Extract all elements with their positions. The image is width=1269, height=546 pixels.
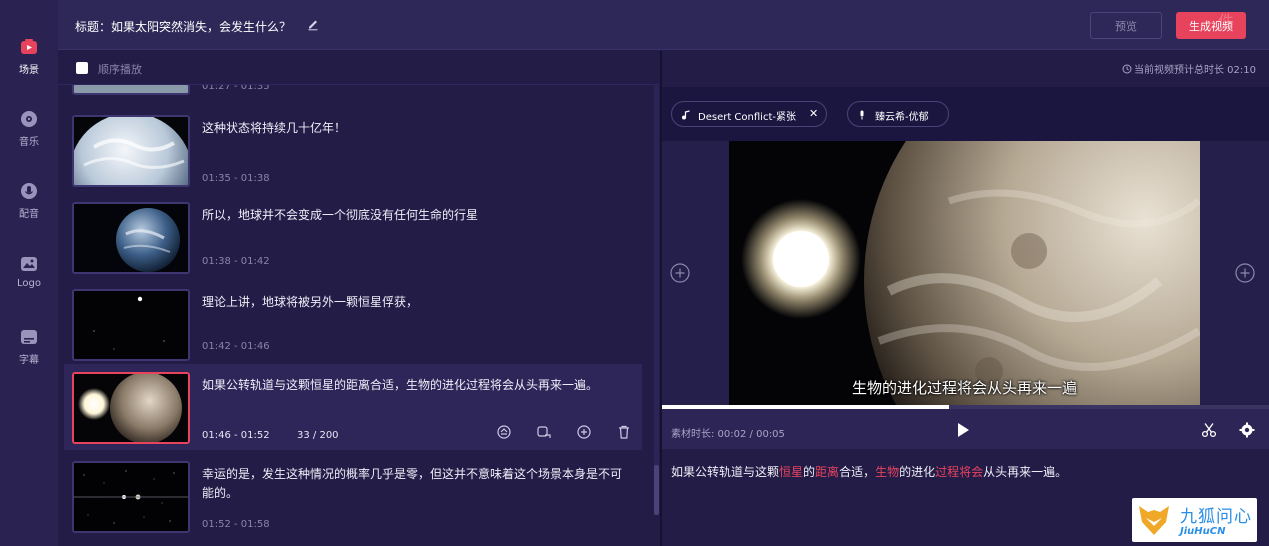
microphone-icon [860, 110, 864, 120]
nav-label-voiceover: 配音 [19, 209, 39, 220]
preview-button[interactable]: 预览 [1090, 12, 1162, 39]
scissors-icon[interactable] [1201, 422, 1217, 438]
add-scene-icon[interactable] [576, 424, 592, 440]
script-text: 的进化 [899, 465, 936, 479]
voice-tag-label: 臻云希-优郁 [875, 112, 929, 123]
logo-image-icon [21, 257, 37, 271]
scene-text: 理论上讲，地球将被另外一颗恒星俘获， [202, 295, 419, 309]
scene-text: 所以，地球并不会变成一个彻底没有任何生命的行星 [202, 208, 479, 222]
script-keyword: 恒星 [779, 465, 804, 479]
scene-text: 幸运的是，发生这种情况的概率几乎是零，但这并不意味着这个场景本身是不可能的。 [202, 467, 623, 500]
nav-item-scene[interactable]: 场景 [0, 37, 58, 76]
swap-image-icon[interactable] [536, 424, 552, 440]
top-bar: 标题：如果太阳突然消失，会发生什么？ 预览 生成视频 件 [58, 0, 1269, 50]
material-duration: 素材时长: 00:02 / 00:05 [671, 429, 785, 440]
video-stage: 生物的进化过程将会从头再来一遍 [662, 141, 1269, 405]
playback-controls: 素材时长: 00:02 / 00:05 [662, 409, 1269, 449]
nav-item-subtitle[interactable]: 字幕 [0, 327, 58, 366]
video-title: 标题：如果太阳突然消失，会发生什么？ [75, 20, 292, 34]
fox-logo-icon [1139, 506, 1169, 535]
scene-item[interactable]: 理论上讲，地球将被另外一颗恒星俘获， 01:42 - 01:46 [64, 281, 642, 367]
add-before-icon[interactable] [670, 263, 690, 283]
delete-icon[interactable] [616, 424, 632, 440]
scene-item-active[interactable]: 如果公转轨道与这颗恒星的距离合适，生物的进化过程将会从头再来一遍。 01:46 … [64, 364, 642, 450]
total-duration-text: 当前视频预计总时长 02:10 [1134, 65, 1256, 76]
scene-text: 这种状态将持续几十亿年！ [202, 121, 347, 135]
subtitle-icon [21, 330, 37, 344]
scene-item[interactable]: 这种状态将持续几十亿年！ 01:35 - 01:38 [64, 107, 642, 193]
script-text: 从头再来一遍。 [983, 465, 1068, 479]
video-subtitle: 生物的进化过程将会从头再来一遍 [851, 379, 1077, 397]
script-keyword: 生物 [875, 465, 900, 479]
sequential-play-checkbox[interactable] [76, 62, 88, 74]
edit-icon[interactable] [306, 17, 320, 31]
nav-item-logo[interactable]: Logo [0, 254, 58, 289]
video-preview[interactable]: 生物的进化过程将会从头再来一遍 [729, 141, 1200, 405]
scene-icon [21, 39, 37, 54]
scene-thumbnail [72, 372, 190, 444]
scene-item[interactable]: 幸运的是，发生这种情况的概率几乎是零，但这并不意味着这个场景本身是不可能的。 0… [64, 453, 642, 539]
nav-label-logo: Logo [17, 278, 41, 289]
scene-time: 01:52 - 01:58 [202, 519, 270, 530]
watermark-cn: 九狐问心 [1180, 507, 1252, 527]
scene-thumbnail [72, 289, 190, 361]
nav-label-subtitle: 字幕 [19, 355, 39, 366]
script-keyword: 过程将会 [935, 465, 984, 479]
scene-script[interactable]: 如果公转轨道与这颗恒星的距离合适，生物的进化过程将会从头再来一遍。 [671, 463, 1067, 480]
script-text: 如果公转轨道与这颗 [671, 465, 780, 479]
music-note-icon [682, 110, 690, 120]
video-frame [729, 141, 1200, 405]
script-text: 合适， [839, 465, 876, 479]
scene-list-scrollbar[interactable] [654, 85, 659, 515]
play-icon[interactable] [954, 421, 972, 439]
char-count: 33 / 200 [297, 430, 339, 441]
remove-music-icon[interactable]: ✕ [809, 107, 818, 120]
voiceover-icon [21, 183, 37, 199]
total-duration: 当前视频预计总时长 02:10 [1122, 61, 1256, 76]
scene-text: 如果公转轨道与这颗恒星的距离合适，生物的进化过程将会从头再来一遍。 [202, 378, 599, 392]
preview-pane: 当前视频预计总时长 02:10 Desert Conflict-紧张 ✕ 臻云希… [662, 51, 1269, 546]
nav-label-scene: 场景 [19, 65, 39, 76]
nav-item-voiceover[interactable]: 配音 [0, 181, 58, 220]
replace-material-icon[interactable] [496, 424, 512, 440]
scene-time: 01:35 - 01:38 [202, 173, 270, 184]
script-keyword: 距离 [815, 465, 840, 479]
audio-tag-bar: Desert Conflict-紧张 ✕ 臻云希-优郁 [662, 87, 1269, 141]
voice-tag[interactable]: 臻云希-优郁 [847, 101, 949, 127]
gear-icon[interactable] [1239, 422, 1255, 438]
nav-label-music: 音乐 [19, 137, 39, 148]
scene-thumbnail [72, 461, 190, 533]
music-icon [21, 111, 37, 127]
watermark-logo: 九狐问心 JiuHuCN [1132, 498, 1257, 542]
scene-list-panel: 顺序播放 01:27 - 01:35 这种状态将持续几十亿年！ 01:35 - … [58, 51, 660, 546]
sequential-play-label: 顺序播放 [98, 63, 142, 76]
nav-item-music[interactable]: 音乐 [0, 109, 58, 148]
watermark-text: 件 [1218, 12, 1237, 31]
add-after-icon[interactable] [1235, 263, 1255, 283]
scene-time: 01:46 - 01:52 [202, 430, 270, 441]
scene-time: 01:38 - 01:42 [202, 256, 270, 267]
scene-item[interactable]: 所以，地球并不会变成一个彻底没有任何生命的行星 01:38 - 01:42 [64, 194, 642, 280]
scene-time: 01:42 - 01:46 [202, 341, 270, 352]
scene-thumbnail [72, 202, 190, 274]
clock-icon [1122, 64, 1132, 74]
music-tag[interactable]: Desert Conflict-紧张 ✕ [671, 101, 827, 127]
script-text: 的 [803, 465, 816, 479]
scene-thumbnail [72, 115, 190, 187]
sequential-play-bar: 顺序播放 [58, 51, 660, 85]
side-nav: 场景 音乐 配音 Logo 字幕 [0, 0, 58, 546]
watermark-en: JiuHuCN [1180, 526, 1226, 537]
music-tag-label: Desert Conflict-紧张 [698, 112, 796, 123]
